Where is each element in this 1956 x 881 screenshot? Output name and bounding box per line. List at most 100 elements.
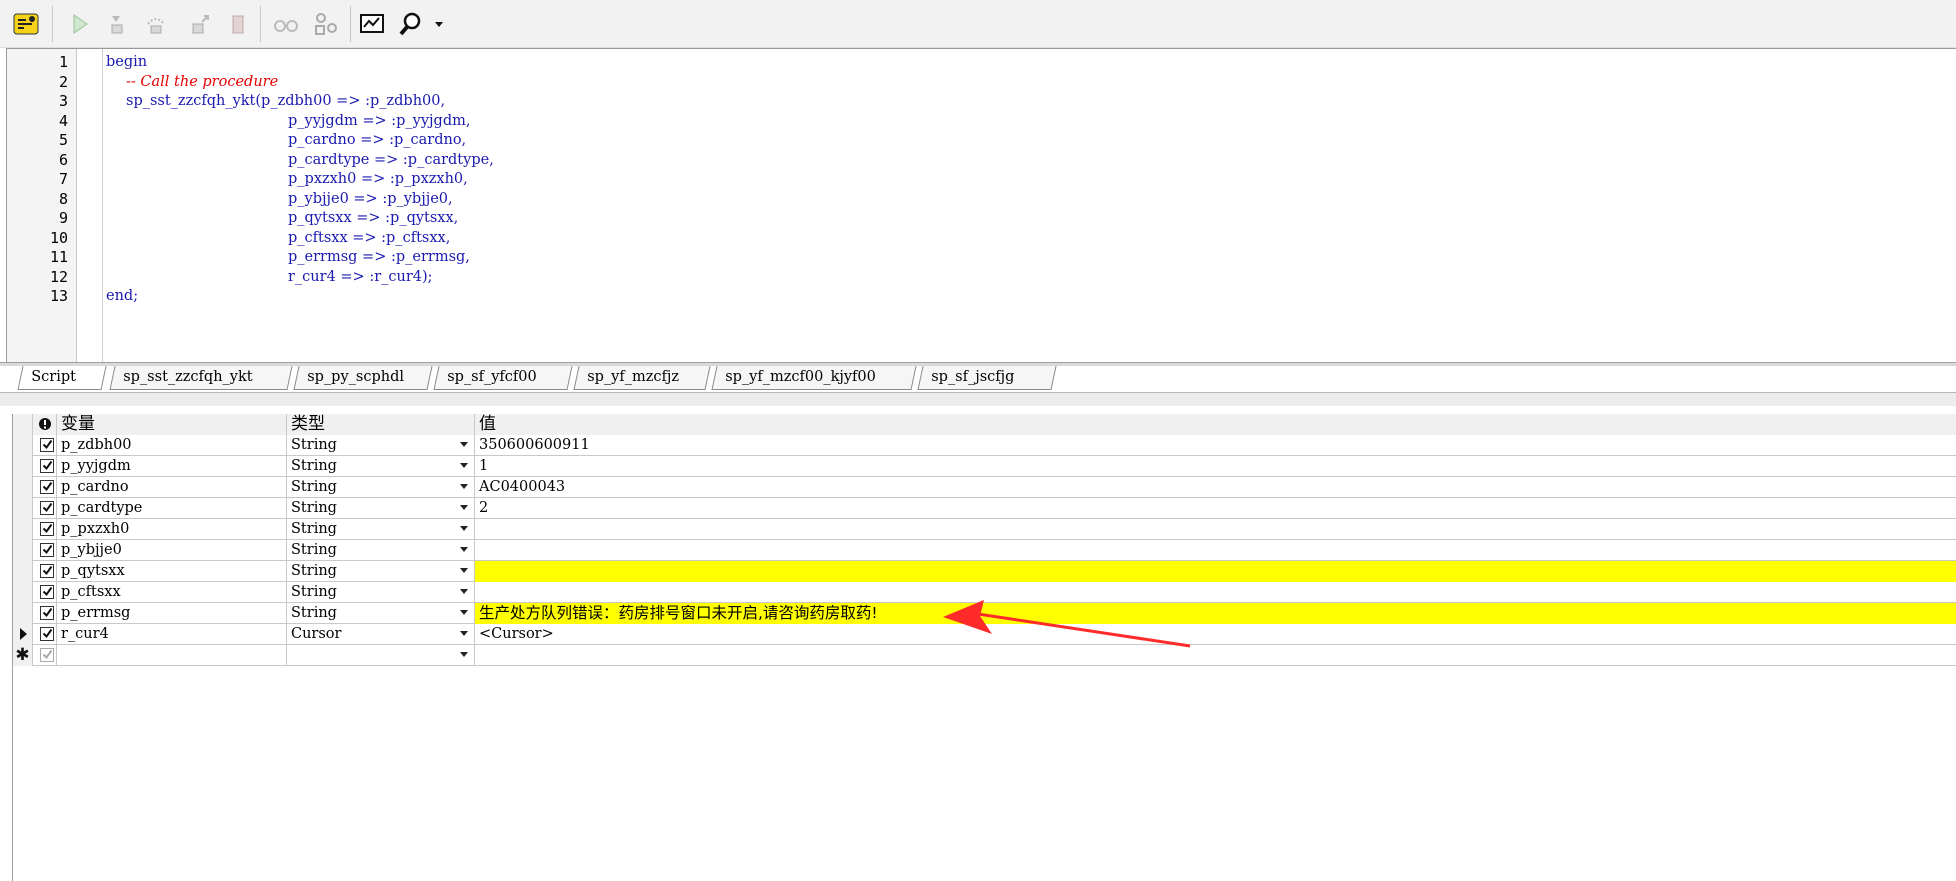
variable-name-cell[interactable]: p_cftsxx bbox=[57, 582, 287, 603]
variable-name-cell[interactable]: p_qytsxx bbox=[57, 561, 287, 582]
row-indicator bbox=[13, 456, 33, 477]
variable-name-cell[interactable]: p_ybjje0 bbox=[57, 540, 287, 561]
tab-script[interactable]: Script bbox=[17, 366, 107, 390]
value-cell[interactable]: 1 bbox=[475, 456, 1956, 477]
watch-icon[interactable] bbox=[310, 8, 342, 40]
value-cell[interactable] bbox=[475, 519, 1956, 540]
chevron-down-icon[interactable] bbox=[460, 526, 468, 531]
table-row[interactable]: p_qytsxx String bbox=[13, 561, 1956, 582]
checkbox[interactable] bbox=[40, 606, 54, 620]
value-cell[interactable]: AC0400043 bbox=[475, 477, 1956, 498]
checkbox[interactable] bbox=[40, 501, 54, 515]
table-row[interactable]: p_cftsxx String bbox=[13, 582, 1956, 603]
checkbox[interactable] bbox=[40, 459, 54, 473]
checkbox[interactable] bbox=[40, 543, 54, 557]
value-cell[interactable] bbox=[475, 561, 1956, 582]
value-cell[interactable] bbox=[475, 540, 1956, 561]
table-row[interactable]: p_yyjgdm String 1 bbox=[13, 456, 1956, 477]
chevron-down-icon[interactable] bbox=[460, 568, 468, 573]
checkbox[interactable] bbox=[40, 438, 54, 452]
table-row[interactable]: p_zdbh00 String 350600600911 bbox=[13, 435, 1956, 456]
chevron-down-icon[interactable] bbox=[460, 442, 468, 447]
table-row[interactable]: p_cardtype String 2 bbox=[13, 498, 1956, 519]
row-indicator-header bbox=[13, 414, 33, 435]
table-row[interactable]: p_errmsg String 生产处方队列错误：药房排号窗口未开启,请咨询药房取药… bbox=[13, 603, 1956, 624]
chevron-down-icon[interactable] bbox=[460, 652, 468, 657]
checkbox[interactable] bbox=[40, 522, 54, 536]
table-row[interactable]: p_ybjje0 String bbox=[13, 540, 1956, 561]
type-select[interactable] bbox=[287, 645, 475, 666]
variable-name-cell[interactable]: p_zdbh00 bbox=[57, 435, 287, 456]
chevron-down-icon[interactable] bbox=[460, 463, 468, 468]
monitor-icon[interactable] bbox=[356, 8, 388, 40]
toggle-breakpoint-icon[interactable] bbox=[270, 8, 302, 40]
table-row[interactable]: ✱ bbox=[13, 645, 1956, 666]
checkbox[interactable] bbox=[40, 564, 54, 578]
table-row[interactable]: r_cur4 Cursor <Cursor> bbox=[13, 624, 1956, 645]
line-number: 8 bbox=[58, 189, 68, 208]
variable-name-cell[interactable]: p_cardno bbox=[57, 477, 287, 498]
tab-sp-yf-mzcfjz[interactable]: sp_yf_mzcfjz bbox=[573, 366, 711, 390]
type-select[interactable]: String bbox=[287, 540, 475, 561]
info-icon bbox=[33, 414, 57, 435]
type-select[interactable]: String bbox=[287, 519, 475, 540]
chevron-down-icon[interactable] bbox=[460, 610, 468, 615]
variable-name-cell[interactable]: p_cardtype bbox=[57, 498, 287, 519]
value-cell[interactable]: <Cursor> bbox=[475, 624, 1956, 645]
sql-editor[interactable]: 1 2 3 4 5 6 7 8 9 10 11 12 13 begin -- Call the proce… bbox=[6, 48, 1956, 362]
checkbox[interactable] bbox=[40, 585, 54, 599]
column-header-variable[interactable]: 变量 bbox=[57, 414, 287, 435]
value-cell[interactable]: 生产处方队列错误：药房排号窗口未开启,请咨询药房取药! bbox=[475, 603, 1956, 624]
code-area[interactable]: begin -- Call the procedure sp_sst_zzcfqh_… bbox=[106, 49, 1946, 362]
table-row[interactable]: p_pxzxh0 String bbox=[13, 519, 1956, 540]
find-icon[interactable] bbox=[396, 8, 452, 40]
chevron-down-icon[interactable] bbox=[460, 484, 468, 489]
value-cell[interactable]: 2 bbox=[475, 498, 1956, 519]
checkbox-cell bbox=[33, 540, 57, 561]
table-row[interactable]: p_cardno String AC0400043 bbox=[13, 477, 1956, 498]
execute-icon[interactable] bbox=[64, 8, 96, 40]
variable-name-cell[interactable]: r_cur4 bbox=[57, 624, 287, 645]
variable-name-cell[interactable]: p_pxzxh0 bbox=[57, 519, 287, 540]
line-number: 9 bbox=[58, 209, 68, 227]
value-cell[interactable] bbox=[475, 645, 1956, 666]
explain-plan-icon[interactable] bbox=[10, 8, 42, 40]
tab-label: sp_sf_jscfjg bbox=[931, 369, 1015, 385]
step-out-icon[interactable] bbox=[184, 8, 216, 40]
variable-name-cell[interactable]: p_errmsg bbox=[57, 603, 287, 624]
line-number-gutter: 1 2 3 4 5 6 7 8 9 10 11 12 13 bbox=[7, 49, 77, 362]
column-header-value[interactable]: 值 bbox=[475, 414, 1956, 435]
type-select[interactable]: String bbox=[287, 498, 475, 519]
value-cell[interactable] bbox=[475, 582, 1956, 603]
type-select[interactable]: String bbox=[287, 561, 475, 582]
variable-name-cell[interactable] bbox=[57, 645, 287, 666]
tab-sp-sf-jscfjg[interactable]: sp_sf_jscfjg bbox=[917, 366, 1057, 390]
row-indicator bbox=[13, 540, 33, 561]
chevron-down-icon[interactable] bbox=[460, 547, 468, 552]
variable-name-cell[interactable]: p_yyjgdm bbox=[57, 456, 287, 477]
type-select[interactable]: Cursor bbox=[287, 624, 475, 645]
tab-sp-sst-zzcfqh-ykt[interactable]: sp_sst_zzcfqh_ykt bbox=[109, 366, 293, 390]
step-over-icon[interactable] bbox=[140, 8, 172, 40]
checkbox[interactable] bbox=[40, 480, 54, 494]
type-select[interactable]: String bbox=[287, 603, 475, 624]
tab-sp-py-scphdl[interactable]: sp_py_scphdl bbox=[293, 366, 433, 390]
step-into-icon[interactable] bbox=[100, 8, 132, 40]
type-label: String bbox=[291, 479, 337, 495]
tab-sp-sf-yfcf00[interactable]: sp_sf_yfcf00 bbox=[433, 366, 573, 390]
run-to-exception-icon[interactable] bbox=[222, 8, 254, 40]
checkbox[interactable] bbox=[40, 627, 54, 641]
chevron-down-icon[interactable] bbox=[460, 589, 468, 594]
type-select[interactable]: String bbox=[287, 477, 475, 498]
tab-sp-yf-mzcf00-kjyf00[interactable]: sp_yf_mzcf00_kjyf00 bbox=[711, 366, 917, 390]
type-select[interactable]: String bbox=[287, 435, 475, 456]
column-header-type[interactable]: 类型 bbox=[287, 414, 475, 435]
chevron-down-icon[interactable] bbox=[460, 505, 468, 510]
row-indicator bbox=[13, 582, 33, 603]
type-select[interactable]: String bbox=[287, 456, 475, 477]
type-select[interactable]: String bbox=[287, 582, 475, 603]
checkbox-cell bbox=[33, 456, 57, 477]
chevron-down-icon[interactable] bbox=[460, 631, 468, 636]
checkbox[interactable] bbox=[40, 648, 54, 662]
value-cell[interactable]: 350600600911 bbox=[475, 435, 1956, 456]
